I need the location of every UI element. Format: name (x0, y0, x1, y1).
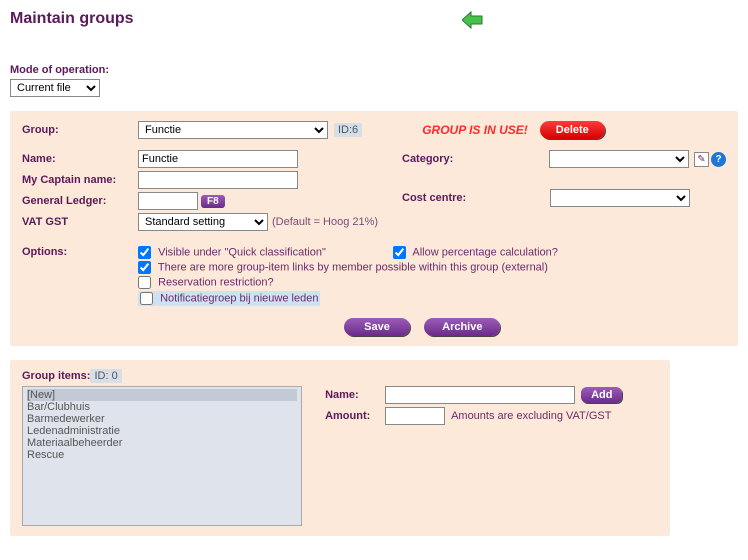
mode-select[interactable]: Current file (10, 79, 100, 97)
list-item[interactable]: Ledenadministratie (27, 425, 297, 437)
item-amount-hint: Amounts are excluding VAT/GST (451, 410, 611, 422)
list-item[interactable]: Rescue (27, 449, 297, 461)
opt-notification-checkbox[interactable] (140, 292, 153, 305)
list-item[interactable]: Barmedewerker (27, 413, 297, 425)
costcentre-select[interactable] (550, 189, 690, 207)
category-label: Category: (402, 153, 488, 165)
delete-button[interactable]: Delete (540, 121, 605, 139)
item-amount-label: Amount: (325, 410, 385, 422)
page-title: Maintain groups (10, 10, 738, 28)
group-label: Group: (22, 124, 138, 136)
add-button[interactable]: Add (581, 387, 622, 403)
save-button[interactable]: Save (344, 318, 410, 336)
help-icon[interactable]: ? (711, 152, 726, 167)
mode-label: Mode of operation: (10, 64, 738, 76)
list-item[interactable]: Materiaalbeheerder (27, 437, 297, 449)
group-panel: Group: Functie ID:6 GROUP IS IN USE! Del… (10, 111, 738, 346)
f8-button[interactable]: F8 (201, 195, 225, 208)
vat-select[interactable]: Standard setting (138, 213, 268, 231)
opt-visible-checkbox[interactable] (138, 246, 151, 259)
gl-input[interactable] (138, 192, 198, 210)
item-name-label: Name: (325, 389, 385, 401)
group-in-use-text: GROUP IS IN USE! (422, 123, 528, 137)
category-select[interactable] (549, 150, 689, 168)
back-icon[interactable] (462, 10, 484, 33)
mycaptain-label: My Captain name: (22, 174, 138, 186)
opt-visible-label: Visible under "Quick classification" (158, 246, 326, 258)
costcentre-label: Cost centre: (402, 192, 488, 204)
name-input[interactable] (138, 150, 298, 168)
opt-reservation-checkbox[interactable] (138, 276, 151, 289)
archive-button[interactable]: Archive (424, 318, 500, 336)
group-items-listbox[interactable]: [New]Bar/ClubhuisBarmedewerkerLedenadmin… (22, 386, 302, 526)
group-items-header: Group items: (22, 370, 90, 382)
opt-percent-label: Allow percentage calculation? (412, 246, 558, 258)
options-label: Options: (22, 246, 138, 308)
mycaptain-input[interactable] (138, 171, 298, 189)
opt-links-label: There are more group-item links by membe… (158, 261, 548, 273)
list-item[interactable]: Bar/Clubhuis (27, 401, 297, 413)
vat-label: VAT GST (22, 216, 138, 228)
opt-reservation-label: Reservation restriction? (158, 276, 274, 288)
opt-percent-checkbox[interactable] (393, 246, 406, 259)
item-name-input[interactable] (385, 386, 575, 404)
item-amount-input[interactable] (385, 407, 445, 425)
name-label: Name: (22, 153, 138, 165)
group-select[interactable]: Functie (138, 121, 328, 139)
vat-default-text: (Default = Hoog 21%) (272, 216, 378, 228)
group-items-id: ID: 0 (90, 369, 121, 383)
list-item[interactable]: [New] (27, 389, 297, 401)
group-id-badge: ID:6 (334, 123, 362, 137)
edit-icon[interactable]: ✎ (694, 152, 709, 167)
opt-notification-label: Notificatiegroep bij nieuwe leden (160, 292, 318, 304)
group-items-panel: Group items:ID: 0 [New]Bar/ClubhuisBarme… (10, 360, 670, 536)
gl-label: General Ledger: (22, 195, 138, 207)
opt-links-checkbox[interactable] (138, 261, 151, 274)
